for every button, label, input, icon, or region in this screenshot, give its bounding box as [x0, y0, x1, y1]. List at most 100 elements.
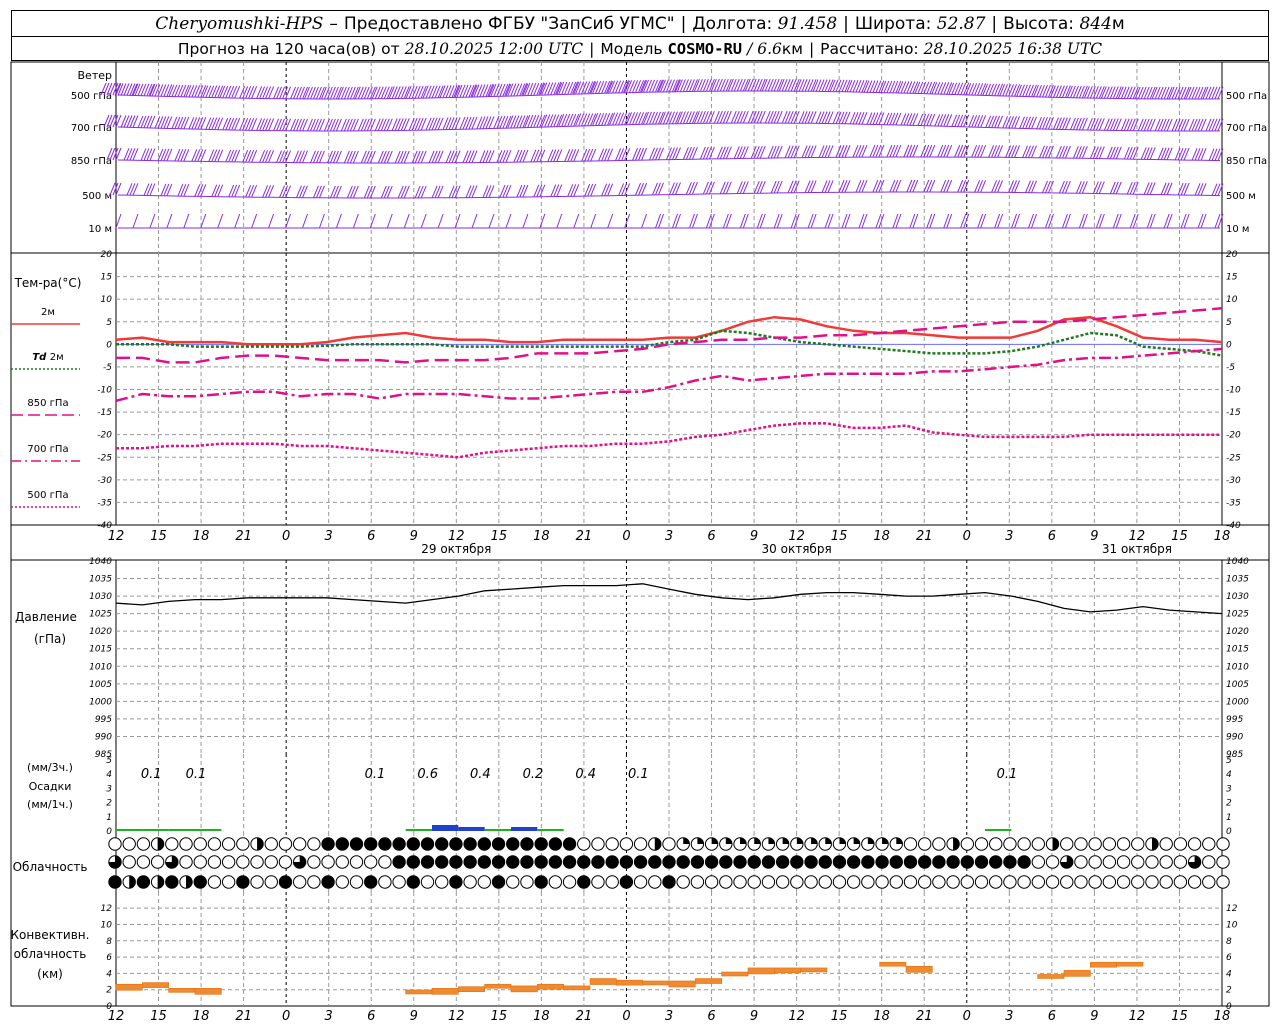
x-hour-label-bottom: 0	[622, 1009, 630, 1024]
wind-barb	[1086, 118, 1105, 131]
cloud-cover-symbol	[236, 837, 250, 851]
cloud-cover-symbol	[278, 855, 293, 869]
temp-tick-right: -15	[1226, 408, 1241, 418]
wind-barb	[931, 82, 953, 95]
cloud-cover-symbol	[875, 837, 889, 851]
cloud-cover-symbol	[435, 837, 449, 851]
cloud-cover-symbol	[804, 855, 818, 869]
pressure-tick-right: 1035	[1226, 575, 1249, 585]
wind-barb	[1036, 117, 1054, 130]
cloud-cover-symbol	[633, 837, 648, 851]
precip-bar	[432, 825, 459, 831]
cloud-cover-symbol	[903, 875, 918, 889]
conv-tick-left: 12	[101, 904, 113, 914]
wind-barb	[1025, 180, 1037, 193]
cloud-cover-symbol	[1216, 837, 1230, 851]
wind-barb	[168, 84, 190, 98]
wind-barb	[394, 150, 410, 164]
cloud-cover-symbol	[250, 855, 264, 869]
wind-barb	[982, 83, 1004, 97]
cloud-cover-symbol	[150, 837, 165, 851]
cloud-cover-symbol	[548, 837, 563, 851]
wind-barb	[889, 179, 902, 193]
cloud-cover-symbol	[307, 875, 321, 889]
wind-barb	[739, 213, 749, 229]
cloud-cover-symbol	[577, 855, 591, 869]
cloud-cover-symbol	[648, 855, 662, 869]
wind-barb	[471, 213, 478, 229]
wind-barb	[479, 150, 495, 163]
cloud-cover-symbol	[676, 837, 690, 851]
precip-bar	[142, 829, 169, 831]
cloud-cover-symbol	[179, 875, 193, 889]
precip-tick-right: 5	[1226, 756, 1232, 766]
cloud-cover-symbol	[974, 837, 989, 851]
cloud-cover-symbol	[903, 837, 918, 851]
wind-barb	[960, 213, 970, 229]
wind-barb	[1185, 86, 1207, 100]
wind-barb	[154, 116, 173, 129]
wind-barb	[849, 111, 868, 125]
wind-barb	[273, 118, 291, 131]
conv-bar	[800, 967, 828, 973]
wind-barb	[948, 82, 970, 96]
x-hour-label-bottom: 21	[235, 1009, 252, 1024]
wind-barb	[940, 179, 953, 193]
wind-barb	[1100, 86, 1122, 99]
precip-bar	[195, 829, 222, 831]
wind-barb	[140, 148, 156, 161]
wind-title: Ветер	[78, 69, 112, 82]
cloud-cover-symbol	[804, 875, 818, 889]
wind-barb	[363, 185, 376, 199]
wind-barb	[920, 144, 936, 158]
precip-value-label: 0.1	[365, 767, 386, 782]
temp-tick-right: -10	[1226, 386, 1241, 396]
wind-barb	[323, 118, 342, 132]
wind-barb	[713, 110, 732, 124]
wind-barb	[778, 78, 800, 92]
precip-value-label: 0.4	[575, 767, 596, 782]
wind-level-label-right: 500 м	[1226, 191, 1256, 202]
wind-barb	[974, 180, 987, 193]
cloud-cover-symbol	[406, 875, 421, 889]
pressure-tick-right: 1000	[1226, 697, 1249, 707]
cloud-cover-symbol	[520, 855, 534, 869]
x-hour-label-bottom: 15	[831, 1009, 848, 1024]
cloud-cover-symbol	[1145, 837, 1159, 851]
wind-barb	[635, 182, 648, 196]
wind-barb	[607, 213, 614, 229]
wind-barb	[1174, 147, 1190, 161]
cloud-cover-symbol	[548, 875, 563, 889]
precip-value-label: 0.1	[141, 767, 162, 782]
conv-bar	[168, 988, 196, 993]
cloud-cover-symbol	[1131, 875, 1145, 889]
x-hour-label-bottom: 15	[150, 1009, 167, 1024]
cloud-cover-symbol	[236, 875, 250, 889]
precip-bar	[537, 829, 564, 831]
wind-barb	[988, 145, 1004, 158]
temp-tick-right: -30	[1226, 476, 1241, 486]
cloud-cover-symbol	[861, 855, 875, 869]
cloud-cover-symbol	[207, 875, 222, 889]
wind-barb	[126, 183, 139, 196]
wind-barb	[829, 79, 851, 93]
temp-tick-left: 15	[101, 273, 113, 283]
precip-value-label: 0.1	[186, 767, 207, 782]
wind-barb	[329, 185, 342, 199]
wind-barb	[276, 150, 291, 163]
cloud-cover-symbol	[534, 837, 548, 851]
cloud-cover-symbol	[250, 837, 264, 851]
cloud-cover-symbol	[321, 855, 335, 869]
pressure-tick-right: 1020	[1226, 627, 1249, 637]
cloud-cover-symbol	[1017, 855, 1031, 869]
x-hour-label: 9	[750, 529, 758, 544]
pressure-title: Давление	[15, 610, 77, 624]
wind-barb	[618, 183, 631, 196]
cloud-cover-symbol	[775, 837, 790, 851]
wind-barb	[405, 85, 427, 99]
wind-barb	[702, 181, 715, 195]
wind-barb	[798, 111, 817, 124]
cloud-cover-symbol	[989, 837, 1003, 851]
wind-barb	[852, 144, 868, 158]
cloud-cover-symbol	[363, 875, 378, 889]
